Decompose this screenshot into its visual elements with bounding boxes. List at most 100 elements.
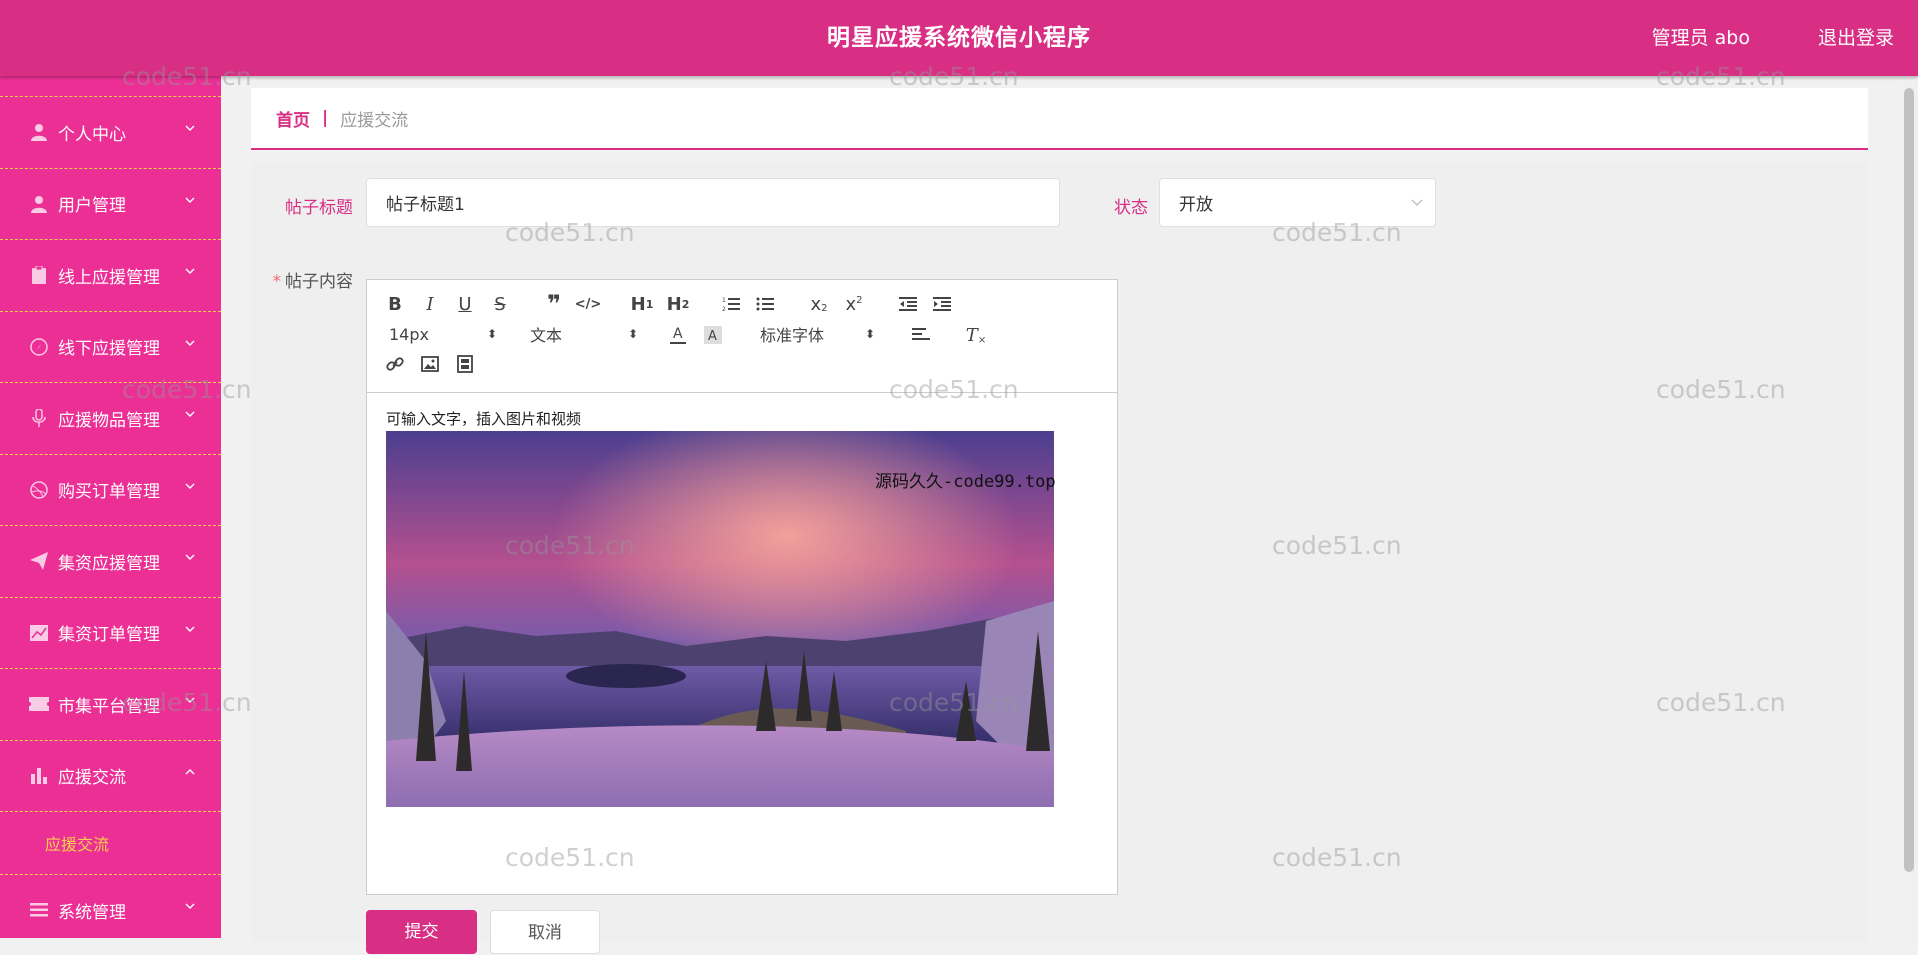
align-icon[interactable] [910,324,932,344]
chevron-down-icon [185,125,195,132]
bar-chart-icon [28,765,50,787]
chevron-down-icon [185,697,195,704]
heading1-icon[interactable]: H1 [629,294,655,315]
chevron-up-icon [185,768,195,775]
sidebar-item-label: 线下应援管理 [58,339,160,360]
content-label: * 帖子内容 [251,267,354,292]
strikethrough-icon[interactable]: S [490,294,510,315]
svg-text:A: A [673,326,683,342]
font-family-value: 标准字体 [760,326,825,345]
user-icon [28,193,50,215]
status-label: 状态 [1114,198,1148,218]
svg-text:A: A [708,329,717,344]
status-select[interactable]: 开放 [1159,178,1436,227]
font-size-select[interactable]: 14px ⬍ [389,324,497,344]
sidebar-item-market-platform[interactable]: 市集平台管理 [0,668,221,740]
paper-plane-icon [28,550,50,572]
heading2-icon[interactable]: H2 [665,294,691,315]
outdent-icon[interactable] [897,294,919,314]
video-icon[interactable] [455,354,475,374]
underline-icon[interactable]: U [455,294,475,315]
form-panel: 帖子标题 帖子标题1 状态 开放 * 帖子内容 B I U S ❞ </> H1 … [251,162,1868,942]
sidebar-item-support-goods[interactable]: 应援物品管理 [0,382,221,454]
image-icon[interactable] [420,354,440,374]
font-size-value: 14px [389,324,429,344]
chevron-down-icon [185,340,195,346]
format-select[interactable]: 文本 ⬍ [530,324,638,345]
sidebar-item-label: 购买订单管理 [58,482,160,503]
subscript-icon[interactable]: x2 [808,294,830,315]
sidebar-item-purchase-orders[interactable]: 购买订单管理 [0,453,221,526]
chevron-down-icon [185,903,195,910]
sidebar-item-label: 市集平台管理 [58,696,160,717]
sidebar-item-label: 应援物品管理 [58,410,160,431]
user-icon [28,121,50,143]
scrollbar-thumb[interactable] [1904,88,1914,872]
sidebar: 个人中心 用户管理 线上应援管理 线下应援管理 应援物品管理 购买订单管理 集资… [0,76,221,938]
content-label-text: 帖子内容 [285,272,353,292]
chevron-down-icon [185,483,195,489]
sidebar-item-user-management[interactable]: 用户管理 [0,167,221,240]
required-marker: * [272,272,282,292]
logout-link[interactable]: 退出登录 [1818,0,1894,76]
indent-icon[interactable] [931,294,953,314]
link-icon[interactable] [385,354,405,374]
top-bar: 明星应援系统微信小程序 管理员 abo 退出登录 [0,0,1918,76]
list-icon [28,899,50,921]
editor-content-text: 可输入文字，插入图片和视频 [386,410,582,428]
compass-icon [28,336,50,358]
sidebar-item-label: 应援交流 [58,768,126,789]
superscript-icon[interactable]: x2 [843,294,865,315]
ordered-list-icon[interactable]: 12 [720,294,742,314]
clipboard-icon [28,264,50,286]
scrollbar[interactable] [1900,82,1918,938]
sidebar-item-label: 集资订单管理 [58,625,160,646]
current-user: 管理员 abo [1651,27,1750,49]
chevron-down-icon [185,626,195,632]
breadcrumb-current: 应援交流 [340,110,409,131]
sidebar-item-offline-support[interactable]: 线下应援管理 [0,310,221,383]
editor-toolbar: B I U S ❞ </> H1 H2 12 x2 x2 14px ⬍ 文本 ⬍ A… [367,280,1117,393]
svg-text:2: 2 [722,306,726,312]
clear-format-icon[interactable]: T × [965,324,987,346]
submit-button[interactable]: 提交 [366,910,477,954]
chevron-down-icon [185,554,195,561]
sidebar-item-online-support[interactable]: 线上应援管理 [0,239,221,311]
sidebar-item-support-exchange[interactable]: 应援交流 [0,739,221,812]
select-arrow-icon: ⬍ [627,327,638,341]
font-family-select[interactable]: 标准字体 ⬍ [760,324,875,345]
breadcrumb-separator: | [322,108,329,128]
code-icon[interactable]: </> [575,294,602,314]
bullet-list-icon[interactable] [754,294,776,314]
select-arrow-icon: ⬍ [864,327,875,341]
chevron-down-icon [185,411,195,418]
chart-icon [28,622,50,644]
chevron-down-icon [1411,199,1423,206]
sidebar-subitem-support-exchange[interactable]: 应援交流 [0,811,221,874]
sidebar-item-label: 个人中心 [58,124,126,145]
cancel-button[interactable]: 取消 [490,910,600,954]
rich-text-editor[interactable]: B I U S ❞ </> H1 H2 12 x2 x2 14px ⬍ 文本 ⬍ A… [366,279,1118,895]
background-color-icon[interactable]: A [703,324,723,346]
font-color-icon[interactable]: A [668,324,688,346]
sidebar-item-label: 线上应援管理 [58,267,160,288]
microphone-icon [28,407,50,429]
title-label: 帖子标题 [285,198,353,218]
breadcrumb-home[interactable]: 首页 [276,106,310,131]
main-content: 首页 | 应援交流 帖子标题 帖子标题1 状态 开放 * 帖子内容 B I U S… [221,76,1918,942]
bold-icon[interactable]: B [385,294,405,315]
italic-icon[interactable]: I [420,294,440,315]
format-value: 文本 [530,326,563,345]
title-input[interactable]: 帖子标题1 [366,178,1060,227]
sidebar-item-fundraising-support[interactable]: 集资应援管理 [0,525,221,597]
sidebar-item-personal-center[interactable]: 个人中心 [0,96,221,168]
dribbble-icon [28,479,50,501]
sidebar-item-label: 系统管理 [58,902,126,923]
chevron-down-icon [185,268,195,275]
sidebar-item-fundraising-orders[interactable]: 集资订单管理 [0,596,221,669]
sidebar-item-system-management[interactable]: 系统管理 [0,874,221,946]
ticket-icon [28,693,50,715]
overlay-text: 源码久久-code99.top [875,472,1056,492]
blockquote-icon[interactable]: ❞ [543,290,565,318]
svg-text:1: 1 [722,297,726,304]
